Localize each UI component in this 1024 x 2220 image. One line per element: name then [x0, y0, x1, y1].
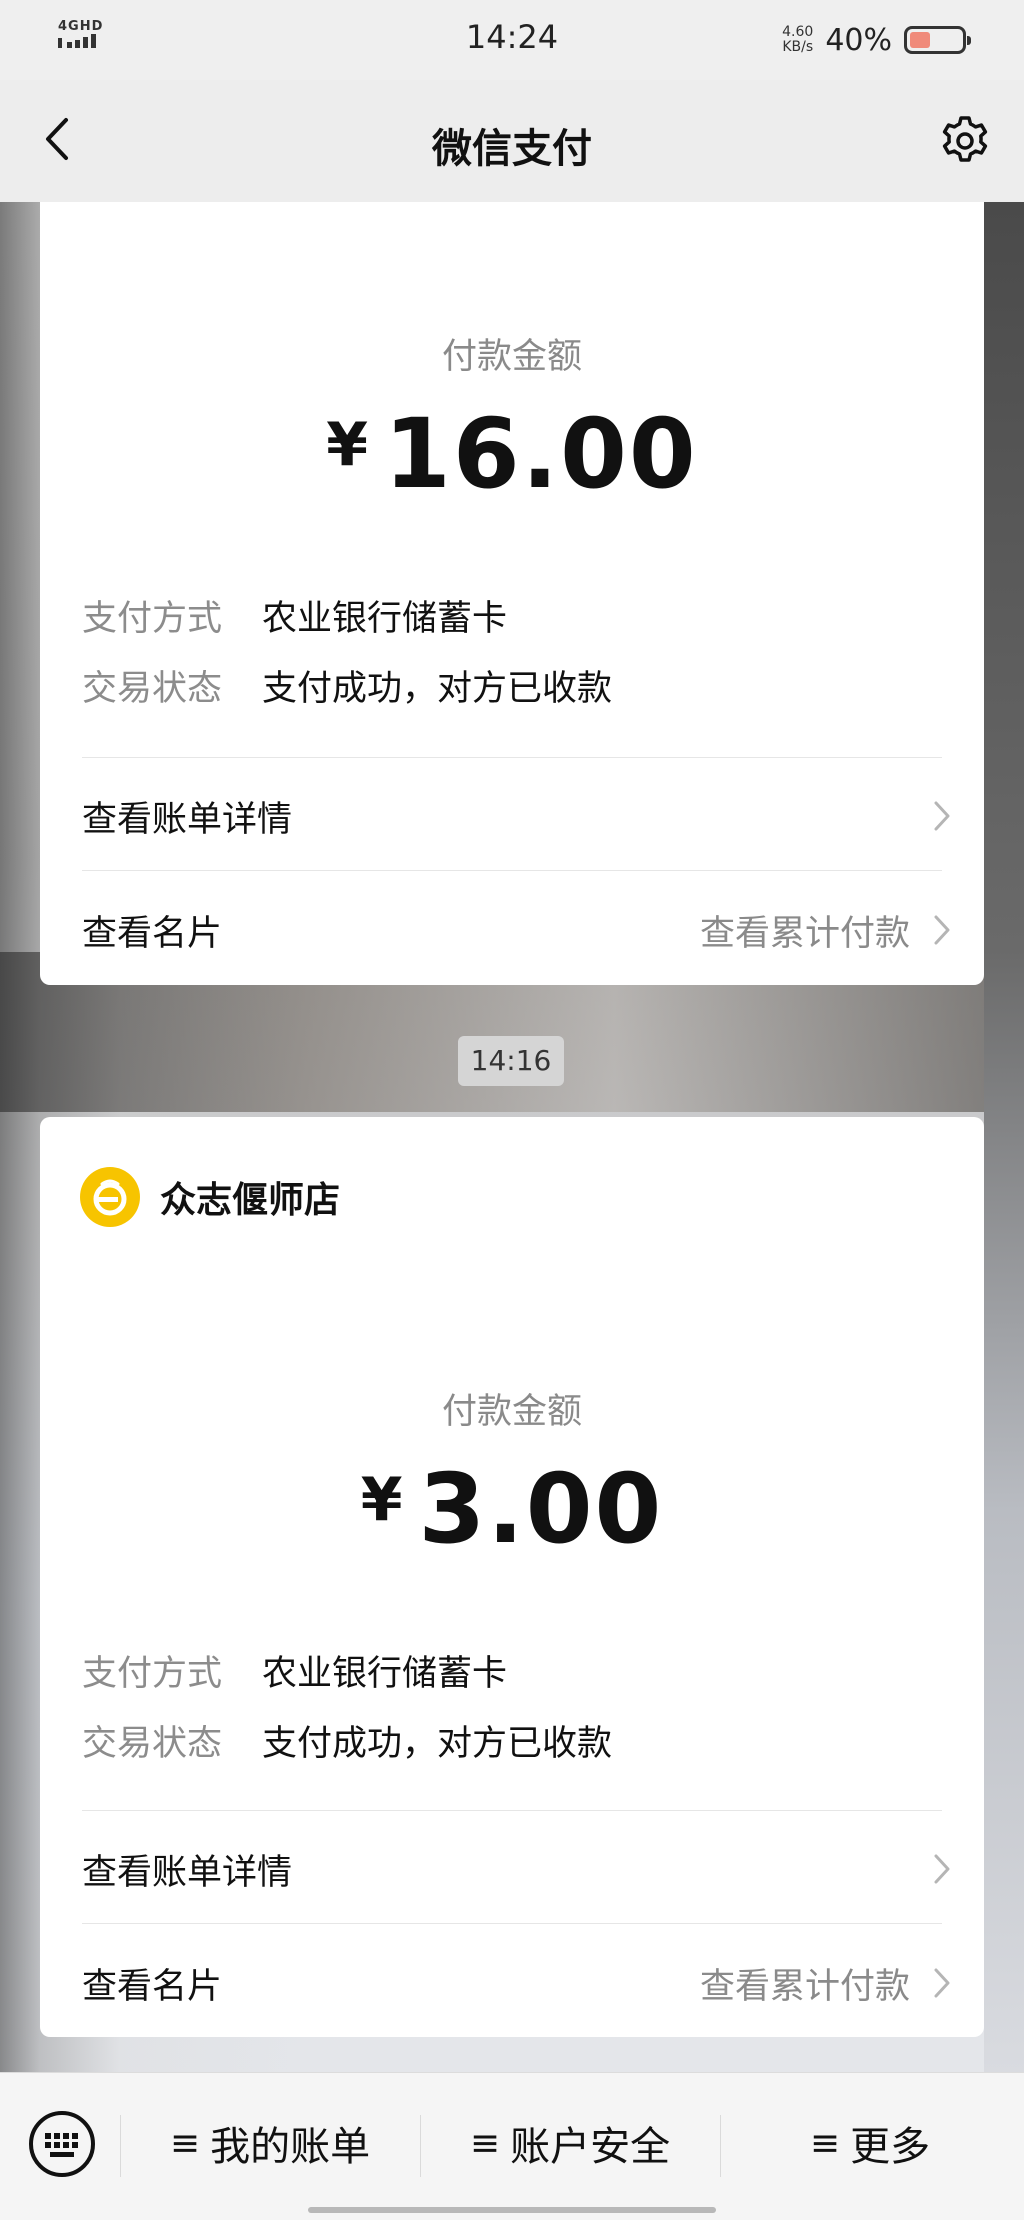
divider — [82, 1923, 942, 1924]
view-business-card-label: 查看名片 — [82, 913, 223, 954]
menu-label: 更多 — [850, 2124, 931, 2170]
payment-card[interactable]: 付款金额 ¥16.00 支付方式 农业银行储蓄卡 交易状态 支付成功，对方已收款… — [40, 202, 984, 985]
chevron-right-icon — [934, 1968, 950, 1998]
view-cumulative-payments-link[interactable]: 查看累计付款 — [700, 1958, 910, 2009]
home-indicator[interactable] — [308, 2207, 716, 2213]
menu-separator — [420, 2115, 421, 2177]
menu-icon: ≡ — [809, 2122, 841, 2164]
keyboard-toggle-button[interactable] — [24, 2106, 100, 2182]
merchant-logo — [80, 1167, 140, 1227]
battery-percent: 40% — [825, 22, 892, 58]
nav-bar: 微信支付 — [0, 80, 1024, 202]
divider — [82, 870, 942, 871]
settings-button[interactable] — [936, 112, 994, 170]
transaction-status-value: 支付成功，对方已收款 — [262, 1724, 613, 1764]
battery-fill — [910, 32, 930, 48]
view-business-card-link[interactable]: 查看名片 查看累计付款 — [82, 900, 952, 960]
menu-label: 账户安全 — [510, 2124, 671, 2170]
menu-more[interactable]: ≡ 更多 — [724, 2113, 1016, 2173]
view-bill-details-link[interactable]: 查看账单详情 — [82, 786, 952, 846]
payment-amount: ¥3.00 — [40, 1453, 984, 1565]
network-speed: 4.60 KB/s — [782, 25, 813, 55]
page-title: 微信支付 — [432, 126, 592, 172]
amount-value: 3.00 — [418, 1453, 664, 1565]
payment-method-row: 支付方式 农业银行储蓄卡 — [82, 590, 507, 641]
background-photo-edge — [984, 202, 1024, 2072]
menu-separator — [720, 2115, 721, 2177]
merchant-logo-icon — [93, 1179, 127, 1216]
menu-my-bills[interactable]: ≡ 我的账单 — [124, 2113, 416, 2173]
currency-symbol: ¥ — [326, 410, 371, 480]
merchant-name: 众志偃师店 — [160, 1180, 341, 1221]
speed-unit: KB/s — [782, 39, 814, 55]
chevron-right-icon — [934, 1854, 950, 1884]
transaction-status-label: 交易状态 — [82, 669, 223, 709]
amount-value: 16.00 — [384, 398, 698, 510]
transaction-status-value: 支付成功，对方已收款 — [262, 669, 613, 709]
payment-method-value: 农业银行储蓄卡 — [262, 599, 508, 639]
menu-label: 我的账单 — [210, 2124, 371, 2170]
payment-method-label: 支付方式 — [82, 1654, 223, 1694]
view-cumulative-payments-link[interactable]: 查看累计付款 — [700, 905, 910, 956]
amount-label: 付款金额 — [441, 337, 582, 377]
payment-amount: ¥16.00 — [40, 398, 984, 510]
view-bill-details-label: 查看账单详情 — [82, 1852, 293, 1893]
transaction-status-label: 交易状态 — [82, 1724, 223, 1764]
menu-separator — [120, 2115, 121, 2177]
transaction-status-row: 交易状态 支付成功，对方已收款 — [82, 1715, 612, 1766]
payment-card[interactable]: 众志偃师店 付款金额 ¥3.00 支付方式 农业银行储蓄卡 交易状态 支付成功，… — [40, 1117, 984, 2037]
chevron-right-icon — [934, 801, 950, 831]
menu-icon: ≡ — [469, 2122, 501, 2164]
currency-symbol: ¥ — [360, 1465, 405, 1535]
divider — [82, 1810, 942, 1811]
chat-timestamp: 14:16 — [458, 1036, 564, 1086]
bottom-menu: ≡ 我的账单 ≡ 账户安全 ≡ 更多 — [0, 2072, 1024, 2220]
menu-account-security[interactable]: ≡ 账户安全 — [424, 2113, 716, 2173]
amount-label: 付款金额 — [441, 1392, 582, 1432]
merchant-header[interactable]: 众志偃师店 — [80, 1167, 340, 1227]
keyboard-icon — [29, 2111, 95, 2177]
gear-icon — [942, 116, 988, 162]
battery-icon — [904, 26, 971, 54]
divider — [82, 757, 942, 758]
chevron-right-icon — [934, 915, 950, 945]
payment-method-row: 支付方式 农业银行储蓄卡 — [82, 1645, 507, 1696]
transaction-status-row: 交易状态 支付成功，对方已收款 — [82, 660, 612, 711]
view-bill-details-link[interactable]: 查看账单详情 — [82, 1839, 952, 1899]
view-business-card-label: 查看名片 — [82, 1966, 223, 2007]
payment-method-label: 支付方式 — [82, 599, 223, 639]
menu-icon: ≡ — [169, 2122, 201, 2164]
status-right: 4.60 KB/s 40% — [782, 20, 971, 60]
payment-method-value: 农业银行储蓄卡 — [262, 1654, 508, 1694]
view-bill-details-label: 查看账单详情 — [82, 799, 293, 840]
view-business-card-link[interactable]: 查看名片 查看累计付款 — [82, 1953, 952, 2013]
status-bar: 4GHD 14:24 4.60 KB/s 40% — [0, 0, 1024, 80]
speed-value: 4.60 — [782, 24, 814, 40]
